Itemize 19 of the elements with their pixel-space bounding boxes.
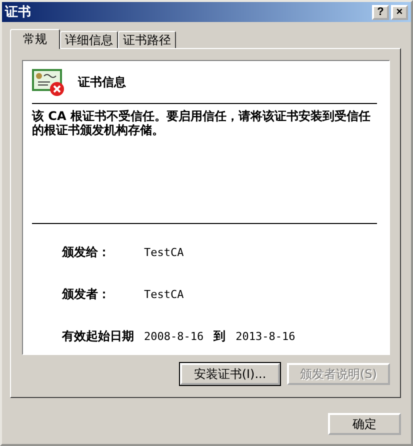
field-value: TestCA bbox=[144, 246, 185, 259]
field-value: 2013-8-16 bbox=[236, 330, 296, 343]
window-title: 证书 bbox=[5, 4, 32, 21]
trust-message: 该 CA 根证书不受信任。要启用信任，请将该证书安装到受信任的根证书颁发机构存储。 bbox=[32, 109, 372, 139]
certificate-error-icon bbox=[32, 67, 66, 97]
tab[interactable]: 常规 bbox=[10, 29, 60, 49]
tab[interactable]: 详细信息 bbox=[60, 31, 118, 48]
field-label: 颁发给： bbox=[62, 244, 111, 261]
install-certificate-button[interactable]: 安装证书(I)... bbox=[180, 363, 280, 385]
field-value: 2008-8-16 bbox=[144, 330, 204, 343]
field-label: 颁发者： bbox=[62, 286, 111, 303]
tab[interactable]: 证书路径 bbox=[118, 31, 176, 48]
field-value: TestCA bbox=[144, 288, 185, 301]
field-label: 有效起始日期 bbox=[62, 328, 134, 345]
field-label: 到 bbox=[214, 328, 226, 345]
section-heading: 证书信息 bbox=[78, 74, 126, 90]
close-button[interactable]: × bbox=[391, 4, 408, 20]
ok-button[interactable]: 确定 bbox=[328, 413, 401, 435]
help-button[interactable]: ? bbox=[372, 4, 389, 20]
